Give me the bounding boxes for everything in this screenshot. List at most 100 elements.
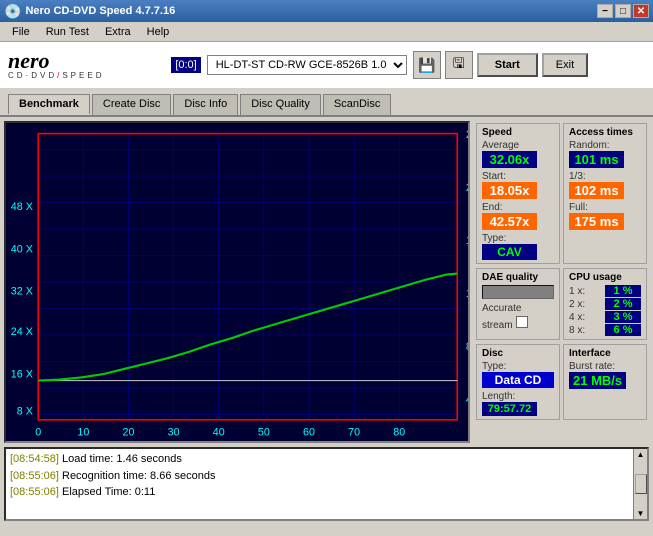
accurate-stream-row: Accurate stream [482, 302, 554, 331]
dae-section: DAE quality Accurate stream [476, 268, 560, 340]
log-time-1: [08:55:06] [10, 470, 59, 482]
chart-area: 8 X 16 X 24 X 32 X 40 X 48 X 24 20 16 12… [4, 121, 470, 443]
disc-length-label: Length: [482, 391, 515, 402]
save-icon-button[interactable]: 🖫 [445, 51, 473, 79]
app-icon: 💿 [4, 3, 21, 20]
drive-dropdown[interactable]: HL-DT-ST CD-RW GCE-8526B 1.04 [207, 55, 407, 75]
svg-text:0: 0 [35, 427, 41, 439]
disc-interface-row: Disc Type: Data CD Length: 79:57.72 Inte… [476, 344, 647, 420]
cpu-value-0: 1 % [605, 285, 641, 297]
scroll-up-button[interactable]: ▲ [637, 450, 645, 459]
disc-type-label: Type: [482, 361, 554, 372]
minimize-button[interactable]: − [597, 4, 613, 18]
drive-index-label: [0:0] [171, 57, 200, 73]
tab-disc-info[interactable]: Disc Info [173, 94, 238, 115]
dae-title: DAE quality [482, 272, 554, 283]
disc-length-row: Length: 79:57.72 [482, 390, 554, 416]
access-full-value: 175 ms [569, 213, 624, 230]
speed-end-value: 42.57x [482, 213, 537, 230]
window-title: Nero CD-DVD Speed 4.7.7.16 [25, 5, 175, 17]
tab-bar: Benchmark Create Disc Disc Info Disc Qua… [0, 90, 653, 117]
floppy-icon-button[interactable]: 💾 [413, 51, 441, 79]
svg-text:32 X: 32 X [11, 286, 33, 298]
cpu-row-2: 4 x: 3 % [569, 311, 641, 323]
cpu-values: 1 x: 1 % 2 x: 2 % 4 x: 3 % 8 x: 6 % [569, 285, 641, 336]
cpu-label-3: 8 x: [569, 325, 585, 336]
speed-start-value: 18.05x [482, 182, 537, 199]
drive-selector: [0:0] HL-DT-ST CD-RW GCE-8526B 1.04 💾 🖫 … [114, 51, 645, 79]
speed-average-value: 32.06x [482, 151, 537, 168]
access-onethird-value: 102 ms [569, 182, 624, 199]
speed-title: Speed [482, 127, 554, 138]
access-onethird-label: 1/3: [569, 171, 586, 182]
menu-extra[interactable]: Extra [97, 24, 139, 40]
stream-label: stream [482, 320, 513, 331]
cpu-value-2: 3 % [605, 311, 641, 323]
accurate-stream-checkbox[interactable] [516, 316, 528, 328]
svg-text:30: 30 [168, 427, 180, 439]
svg-text:80: 80 [393, 427, 405, 439]
svg-text:20: 20 [466, 182, 468, 194]
interface-title: Interface [569, 348, 641, 359]
log-container: [08:54:58] Load time: 1.46 seconds [08:5… [4, 447, 649, 521]
nero-logo-text: nero [8, 50, 104, 72]
svg-text:40: 40 [213, 427, 225, 439]
speed-start-label: Start: [482, 171, 506, 182]
svg-text:12: 12 [466, 288, 468, 300]
cpu-value-1: 2 % [605, 298, 641, 310]
speed-type-value: CAV [482, 244, 537, 260]
menu-help[interactable]: Help [139, 24, 178, 40]
burst-value: 21 MB/s [569, 372, 626, 389]
svg-text:16: 16 [466, 235, 468, 247]
nero-logo: nero CD·DVD/SPEED [8, 50, 104, 80]
access-full-label: Full: [569, 202, 588, 213]
disc-section: Disc Type: Data CD Length: 79:57.72 [476, 344, 560, 420]
exit-button[interactable]: Exit [542, 53, 588, 77]
right-panel: Speed Average 32.06x Start: 18.05x End: … [474, 121, 649, 443]
speed-section: Speed Average 32.06x Start: 18.05x End: … [476, 123, 560, 264]
maximize-button[interactable]: □ [615, 4, 631, 18]
svg-text:20: 20 [123, 427, 135, 439]
dae-bar [482, 285, 554, 299]
access-full-row: Full: 175 ms [569, 201, 641, 230]
speed-type-row: Type: CAV [482, 232, 554, 260]
dae-cpu-row: DAE quality Accurate stream CPU usage 1 … [476, 268, 647, 340]
svg-text:24: 24 [466, 129, 468, 141]
svg-text:8 X: 8 X [17, 406, 33, 418]
benchmark-chart: 8 X 16 X 24 X 32 X 40 X 48 X 24 20 16 12… [6, 123, 468, 441]
log-text-1: Recognition time: 8.66 seconds [62, 470, 215, 482]
cpu-section: CPU usage 1 x: 1 % 2 x: 2 % 4 x: 3 % [563, 268, 647, 340]
close-button[interactable]: ✕ [633, 4, 649, 18]
cpu-title: CPU usage [569, 272, 641, 283]
start-button[interactable]: Start [477, 53, 538, 77]
menu-file[interactable]: File [4, 24, 38, 40]
log-time-0: [08:54:58] [10, 453, 59, 465]
log-content: [08:54:58] Load time: 1.46 seconds [08:5… [6, 449, 633, 519]
window-controls: − □ ✕ [597, 4, 649, 18]
speed-start-row: Start: 18.05x [482, 170, 554, 199]
svg-text:24 X: 24 X [11, 326, 33, 338]
speed-access-row: Speed Average 32.06x Start: 18.05x End: … [476, 123, 647, 264]
main-content: 8 X 16 X 24 X 32 X 40 X 48 X 24 20 16 12… [0, 117, 653, 447]
scroll-thumb[interactable] [635, 474, 647, 494]
log-line-1: [08:55:06] Recognition time: 8.66 second… [10, 468, 629, 485]
menu-run-test[interactable]: Run Test [38, 24, 97, 40]
toolbar-buttons: 💾 🖫 Start Exit [413, 51, 588, 79]
scroll-down-button[interactable]: ▼ [637, 509, 645, 518]
disc-title: Disc [482, 348, 554, 359]
tab-create-disc[interactable]: Create Disc [92, 94, 171, 115]
log-scrollbar[interactable]: ▲ ▼ [633, 449, 647, 519]
cpu-row-0: 1 x: 1 % [569, 285, 641, 297]
svg-text:10: 10 [77, 427, 89, 439]
svg-text:48 X: 48 X [11, 201, 33, 213]
accurate-label: Accurate [482, 303, 521, 314]
cpu-label-2: 4 x: [569, 312, 585, 323]
cpu-row-1: 2 x: 2 % [569, 298, 641, 310]
nero-subtitle: CD·DVD/SPEED [8, 72, 104, 80]
access-random-value: 101 ms [569, 151, 624, 168]
tab-scandisc[interactable]: ScanDisc [323, 94, 391, 115]
access-random-label: Random: [569, 140, 641, 151]
tab-disc-quality[interactable]: Disc Quality [240, 94, 321, 115]
svg-text:60: 60 [303, 427, 315, 439]
tab-benchmark[interactable]: Benchmark [8, 94, 90, 115]
